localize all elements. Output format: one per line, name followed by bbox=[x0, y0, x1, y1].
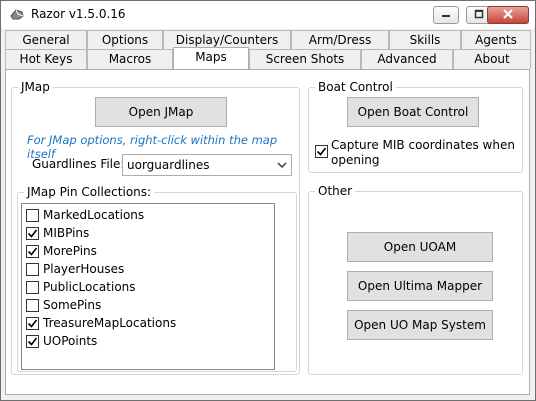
close-button[interactable] bbox=[487, 6, 529, 24]
list-item-label: PublicLocations bbox=[43, 280, 136, 294]
guardlines-select[interactable]: uorguardlines bbox=[122, 154, 292, 176]
close-icon bbox=[502, 8, 514, 23]
tab-hot-keys[interactable]: Hot Keys bbox=[5, 49, 87, 69]
window-title: Razor v1.5.0.16 bbox=[31, 7, 126, 21]
list-item-label: TreasureMapLocations bbox=[43, 316, 177, 330]
tab-about[interactable]: About bbox=[453, 49, 531, 69]
checkbox-checked[interactable] bbox=[26, 244, 39, 258]
maximize-icon bbox=[474, 8, 484, 22]
tab-maps[interactable]: Maps bbox=[173, 47, 249, 69]
list-item-label: PlayerHouses bbox=[43, 262, 125, 276]
checkbox-unchecked[interactable] bbox=[26, 280, 39, 294]
tab-screen-shots[interactable]: Screen Shots bbox=[249, 49, 361, 69]
capture-mib-checkbox[interactable] bbox=[315, 145, 328, 158]
pin-collections-list[interactable]: MarkedLocations MIBPins MorePins PlayerH… bbox=[21, 203, 275, 370]
pin-collections-group: JMap Pin Collections: MarkedLocations MI… bbox=[17, 185, 297, 372]
checkbox-checked[interactable] bbox=[26, 226, 39, 240]
guardlines-label: Guardlines File: bbox=[32, 157, 125, 171]
tab-macros[interactable]: Macros bbox=[87, 49, 173, 69]
list-item[interactable]: UOPoints bbox=[26, 332, 97, 350]
capture-mib-label-line1: Capture MIB coordinates when bbox=[331, 138, 515, 152]
open-jmap-button[interactable]: Open JMap bbox=[95, 97, 227, 127]
maps-tab-panel: JMap Open JMap For JMap options, right-c… bbox=[5, 69, 530, 395]
chevron-down-icon bbox=[277, 155, 287, 181]
open-uo-map-system-button[interactable]: Open UO Map System bbox=[347, 310, 493, 340]
tab-advanced[interactable]: Advanced bbox=[361, 49, 453, 69]
tab-options[interactable]: Options bbox=[87, 30, 163, 50]
open-boat-control-button[interactable]: Open Boat Control bbox=[347, 97, 479, 127]
checkbox-unchecked[interactable] bbox=[26, 208, 39, 222]
razor-app-icon bbox=[9, 7, 25, 23]
list-item[interactable]: SomePins bbox=[26, 296, 101, 314]
title-bar[interactable]: Razor v1.5.0.16 bbox=[1, 1, 535, 29]
tab-row-front: Hot Keys Macros Maps Screen Shots Advanc… bbox=[5, 47, 531, 69]
capture-mib-label-line2: opening bbox=[331, 153, 380, 167]
check-icon bbox=[27, 229, 38, 238]
open-uoam-button[interactable]: Open UOAM bbox=[347, 232, 493, 262]
list-item[interactable]: PublicLocations bbox=[26, 278, 136, 296]
other-group-title: Other bbox=[315, 184, 356, 198]
list-item-label: MorePins bbox=[43, 244, 97, 258]
check-icon bbox=[27, 319, 38, 328]
jmap-group: JMap Open JMap For JMap options, right-c… bbox=[11, 80, 300, 375]
list-item[interactable]: PlayerHouses bbox=[26, 260, 124, 278]
tab-skills[interactable]: Skills bbox=[389, 30, 461, 50]
minimize-button[interactable] bbox=[433, 6, 459, 24]
check-icon bbox=[316, 147, 327, 156]
list-item[interactable]: MIBPins bbox=[26, 224, 89, 242]
list-item[interactable]: MarkedLocations bbox=[26, 206, 144, 224]
list-item[interactable]: MorePins bbox=[26, 242, 97, 260]
open-ultima-mapper-button[interactable]: Open Ultima Mapper bbox=[347, 271, 493, 301]
boat-control-group: Boat Control Open Boat Control Capture M… bbox=[308, 80, 523, 173]
checkbox-unchecked[interactable] bbox=[26, 298, 39, 312]
pin-collections-title: JMap Pin Collections: bbox=[24, 185, 155, 199]
tab-general[interactable]: General bbox=[5, 30, 87, 50]
tab-row-back: General Options Display/Counters Arm/Dre… bbox=[5, 30, 531, 50]
minimize-icon bbox=[441, 8, 451, 22]
check-icon bbox=[27, 247, 38, 256]
tab-agents[interactable]: Agents bbox=[461, 30, 531, 50]
tab-arm-dress[interactable]: Arm/Dress bbox=[291, 30, 389, 50]
guardlines-select-value: uorguardlines bbox=[127, 158, 210, 172]
list-item[interactable]: TreasureMapLocations bbox=[26, 314, 176, 332]
checkbox-checked[interactable] bbox=[26, 316, 39, 330]
jmap-group-title: JMap bbox=[18, 80, 53, 94]
other-group: Other Open UOAM Open Ultima Mapper Open … bbox=[308, 184, 523, 375]
list-item-label: MarkedLocations bbox=[43, 208, 145, 222]
checkbox-unchecked[interactable] bbox=[26, 262, 39, 276]
list-item-label: MIBPins bbox=[43, 226, 90, 240]
checkbox-checked[interactable] bbox=[26, 334, 39, 348]
razor-window: Razor v1.5.0.16 General Options Display/… bbox=[0, 0, 536, 401]
list-item-label: UOPoints bbox=[43, 334, 98, 348]
boat-control-title: Boat Control bbox=[315, 80, 396, 94]
list-item-label: SomePins bbox=[43, 298, 102, 312]
check-icon bbox=[27, 337, 38, 346]
